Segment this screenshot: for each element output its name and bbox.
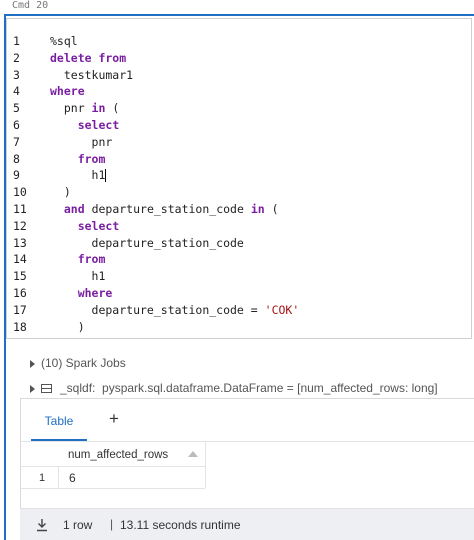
code-keyword: in [91,101,106,116]
column-divider [205,442,206,488]
runtime-label: 13.11 seconds runtime [120,518,241,532]
line-number: 10 [13,185,27,200]
text-cursor [105,169,107,183]
code-keyword: and [63,201,85,216]
code-line[interactable]: testkumar1 [50,67,467,84]
code-line[interactable]: select [50,117,467,134]
code-token: departure_station_code [50,235,244,250]
code-line[interactable]: select [50,218,467,235]
code-line[interactable]: ) [50,319,467,336]
line-number: 12 [13,218,27,233]
line-number: 3 [13,67,20,82]
code-keyword: in [250,201,265,216]
cell-command-label: Cmd 20 [12,0,49,11]
code-line[interactable]: and departure_station_code in ( [50,201,467,218]
expand-arrow-icon[interactable] [30,384,35,393]
code-keyword: from [77,151,106,166]
line-number: 11 [13,201,27,216]
code-keyword: delete from [50,50,127,65]
add-visualization-button[interactable]: + [109,409,119,429]
code-line[interactable]: h1 [50,268,467,285]
code-token: ) [50,319,85,334]
header-divider [21,466,205,467]
line-number: 1 [13,34,20,48]
code-token: pnr [50,134,113,149]
line-number: 16 [13,285,27,300]
code-line[interactable]: where [50,285,467,302]
code-token: h1 [50,168,106,183]
code-keyword: where [77,285,113,300]
code-line[interactable]: from [50,151,467,168]
index-divider [58,466,59,488]
table-icon [41,384,52,394]
line-number: 8 [13,151,20,166]
code-keyword: select [77,218,120,233]
sort-arrow-icon[interactable] [188,451,198,457]
dataframe-name: _sqldf: [60,381,96,395]
dataframe-type: pyspark.sql.dataframe.DataFrame = [num_a… [102,381,438,395]
expand-arrow-icon[interactable] [30,359,35,368]
code-line[interactable]: where [50,83,467,100]
line-number: 18 [13,319,27,334]
code-string: 'COK' [264,302,300,317]
footer-separator: | [110,517,114,531]
code-token: %sql [50,34,78,48]
code-area[interactable]: %sql delete from testkumar1 where pnr in (… [50,33,467,335]
download-icon[interactable] [35,518,49,532]
tab-table[interactable]: Table [31,399,87,441]
column-header-label: num_affected_rows [68,449,169,461]
line-number-gutter: 1 2 3 4 5 6 7 8 9 10 11 12 13 14 15 16 17 18 [7,33,41,335]
line-number: 2 [13,50,20,65]
code-token: departure_station_code [84,201,251,216]
code-token: departure_station_code = [50,302,265,317]
line-number: 14 [13,252,27,267]
line-number: 17 [13,302,27,317]
code-token: ) [50,185,71,200]
column-header[interactable]: num_affected_rows [58,444,205,466]
result-footer: 1 row | 13.11 seconds runtime [20,508,474,540]
code-token: ( [264,201,279,216]
result-tab-bar: Table + [21,399,474,442]
dataframe-schema-toggle[interactable]: _sqldf: pyspark.sql.dataframe.DataFrame … [30,381,438,395]
code-editor[interactable]: 1 2 3 4 5 6 7 8 9 10 11 12 13 14 15 16 17 18 %sql delete f… [6,18,472,339]
code-line[interactable]: from [50,251,467,268]
line-number: 5 [13,101,20,116]
code-keyword: from [77,252,106,267]
spark-jobs-label: (10) Spark Jobs [41,356,126,370]
line-number: 13 [13,235,27,250]
line-number: 15 [13,269,27,284]
code-line[interactable]: h1 [50,167,467,184]
line-number: 6 [13,117,20,132]
line-number: 4 [13,84,20,99]
code-line[interactable]: departure_station_code = 'COK' [50,302,467,319]
code-line[interactable]: pnr [50,134,467,151]
table-cell[interactable]: 6 [69,471,76,485]
code-line[interactable]: departure_station_code [50,235,467,252]
code-keyword: where [50,84,85,99]
row-index: 1 [39,472,46,484]
row-count: 1 row [63,518,93,532]
code-line[interactable]: ) [50,184,467,201]
code-token: pnr [50,101,92,116]
code-token: h1 [50,269,106,284]
code-line[interactable]: delete from [50,50,467,67]
code-line[interactable]: %sql [50,33,467,50]
code-token: ( [105,101,120,116]
code-token: testkumar1 [50,67,134,82]
row-divider [21,488,205,489]
line-number: 7 [13,134,20,149]
code-keyword: select [77,117,120,132]
line-number: 9 [13,168,20,183]
code-line[interactable]: pnr in ( [50,100,467,117]
spark-jobs-toggle[interactable]: (10) Spark Jobs [30,356,126,370]
